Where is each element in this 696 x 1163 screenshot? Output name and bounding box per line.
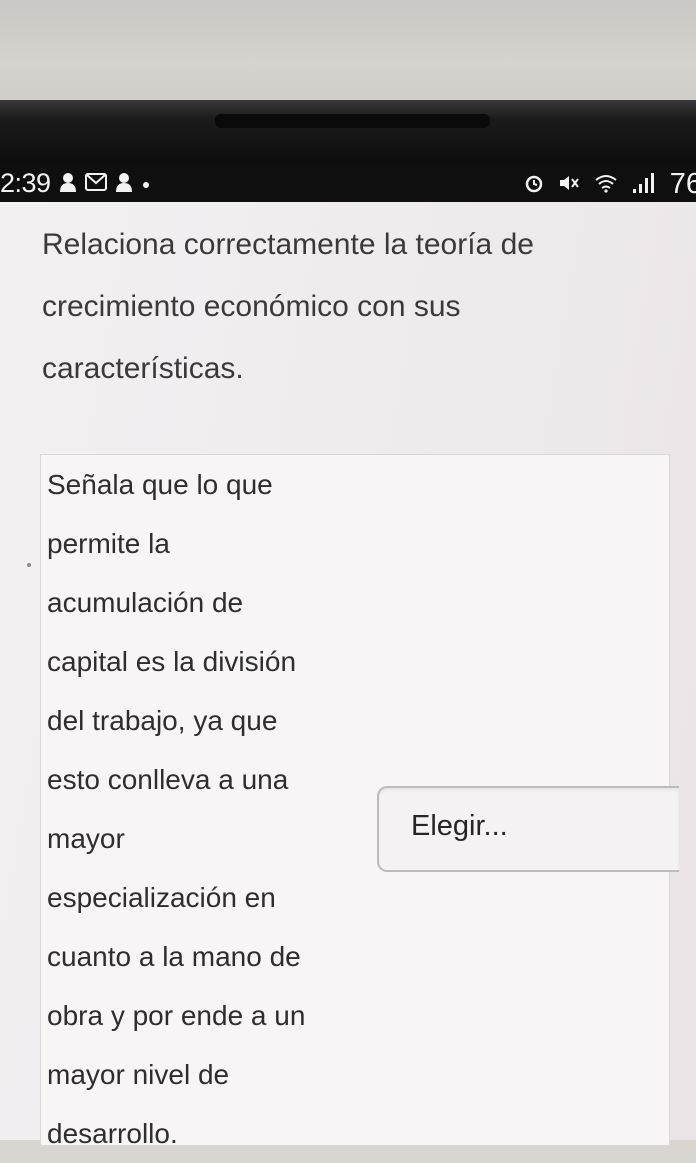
person-icon [59, 172, 77, 196]
prompt-line: desarrollo. [47, 1118, 178, 1149]
status-bar-left: 2:39 [0, 168, 151, 199]
item-prompt: Señala que lo que permite la acumulación… [47, 455, 377, 1163]
prompt-line: mayor nivel de [47, 1059, 230, 1090]
select-value: Elegir... [411, 810, 508, 842]
prompt-line: Señala que lo que [47, 469, 273, 500]
prompt-line: permite la [47, 528, 170, 559]
status-bar: 2:39 76 [0, 162, 696, 202]
status-time: 2:39 [0, 168, 51, 198]
question-line: Relaciona correctamente la teoría de [42, 228, 534, 261]
prompt-line: acumulación de [47, 587, 244, 618]
wifi-6-icon [594, 173, 618, 197]
background-surface [0, 0, 696, 112]
person-icon [115, 172, 133, 196]
prompt-line: especialización en [47, 882, 276, 913]
status-bar-right: 76 [524, 168, 696, 201]
page-dot [27, 563, 31, 567]
phone-bezel [0, 100, 696, 162]
matching-item-card: Señala que lo que permite la acumulación… [40, 454, 679, 1149]
dot-icon [141, 174, 151, 194]
prompt-line: mayor [47, 823, 125, 854]
question-line: características. [42, 352, 244, 385]
signal-icon [632, 172, 656, 198]
quiz-screen: Relaciona correctamente la teoría de cre… [0, 202, 696, 1149]
prompt-line: esto conlleva a una [47, 764, 289, 795]
question-text: Relaciona correctamente la teoría de cre… [42, 214, 682, 400]
question-line: crecimiento económico con sus [42, 290, 461, 323]
alarm-icon [524, 173, 544, 197]
prompt-line: del trabajo, ya que [47, 705, 278, 736]
battery-percent: 76 [669, 168, 696, 200]
mute-icon [558, 173, 580, 197]
prompt-line: cuanto a la mano de [47, 941, 301, 972]
answer-select[interactable]: Elegir... [377, 786, 679, 872]
earpiece-speaker [215, 114, 490, 128]
prompt-line: capital es la división [47, 646, 297, 677]
prompt-line: obra y por ende a un [47, 1000, 306, 1031]
gmail-icon [84, 172, 107, 195]
